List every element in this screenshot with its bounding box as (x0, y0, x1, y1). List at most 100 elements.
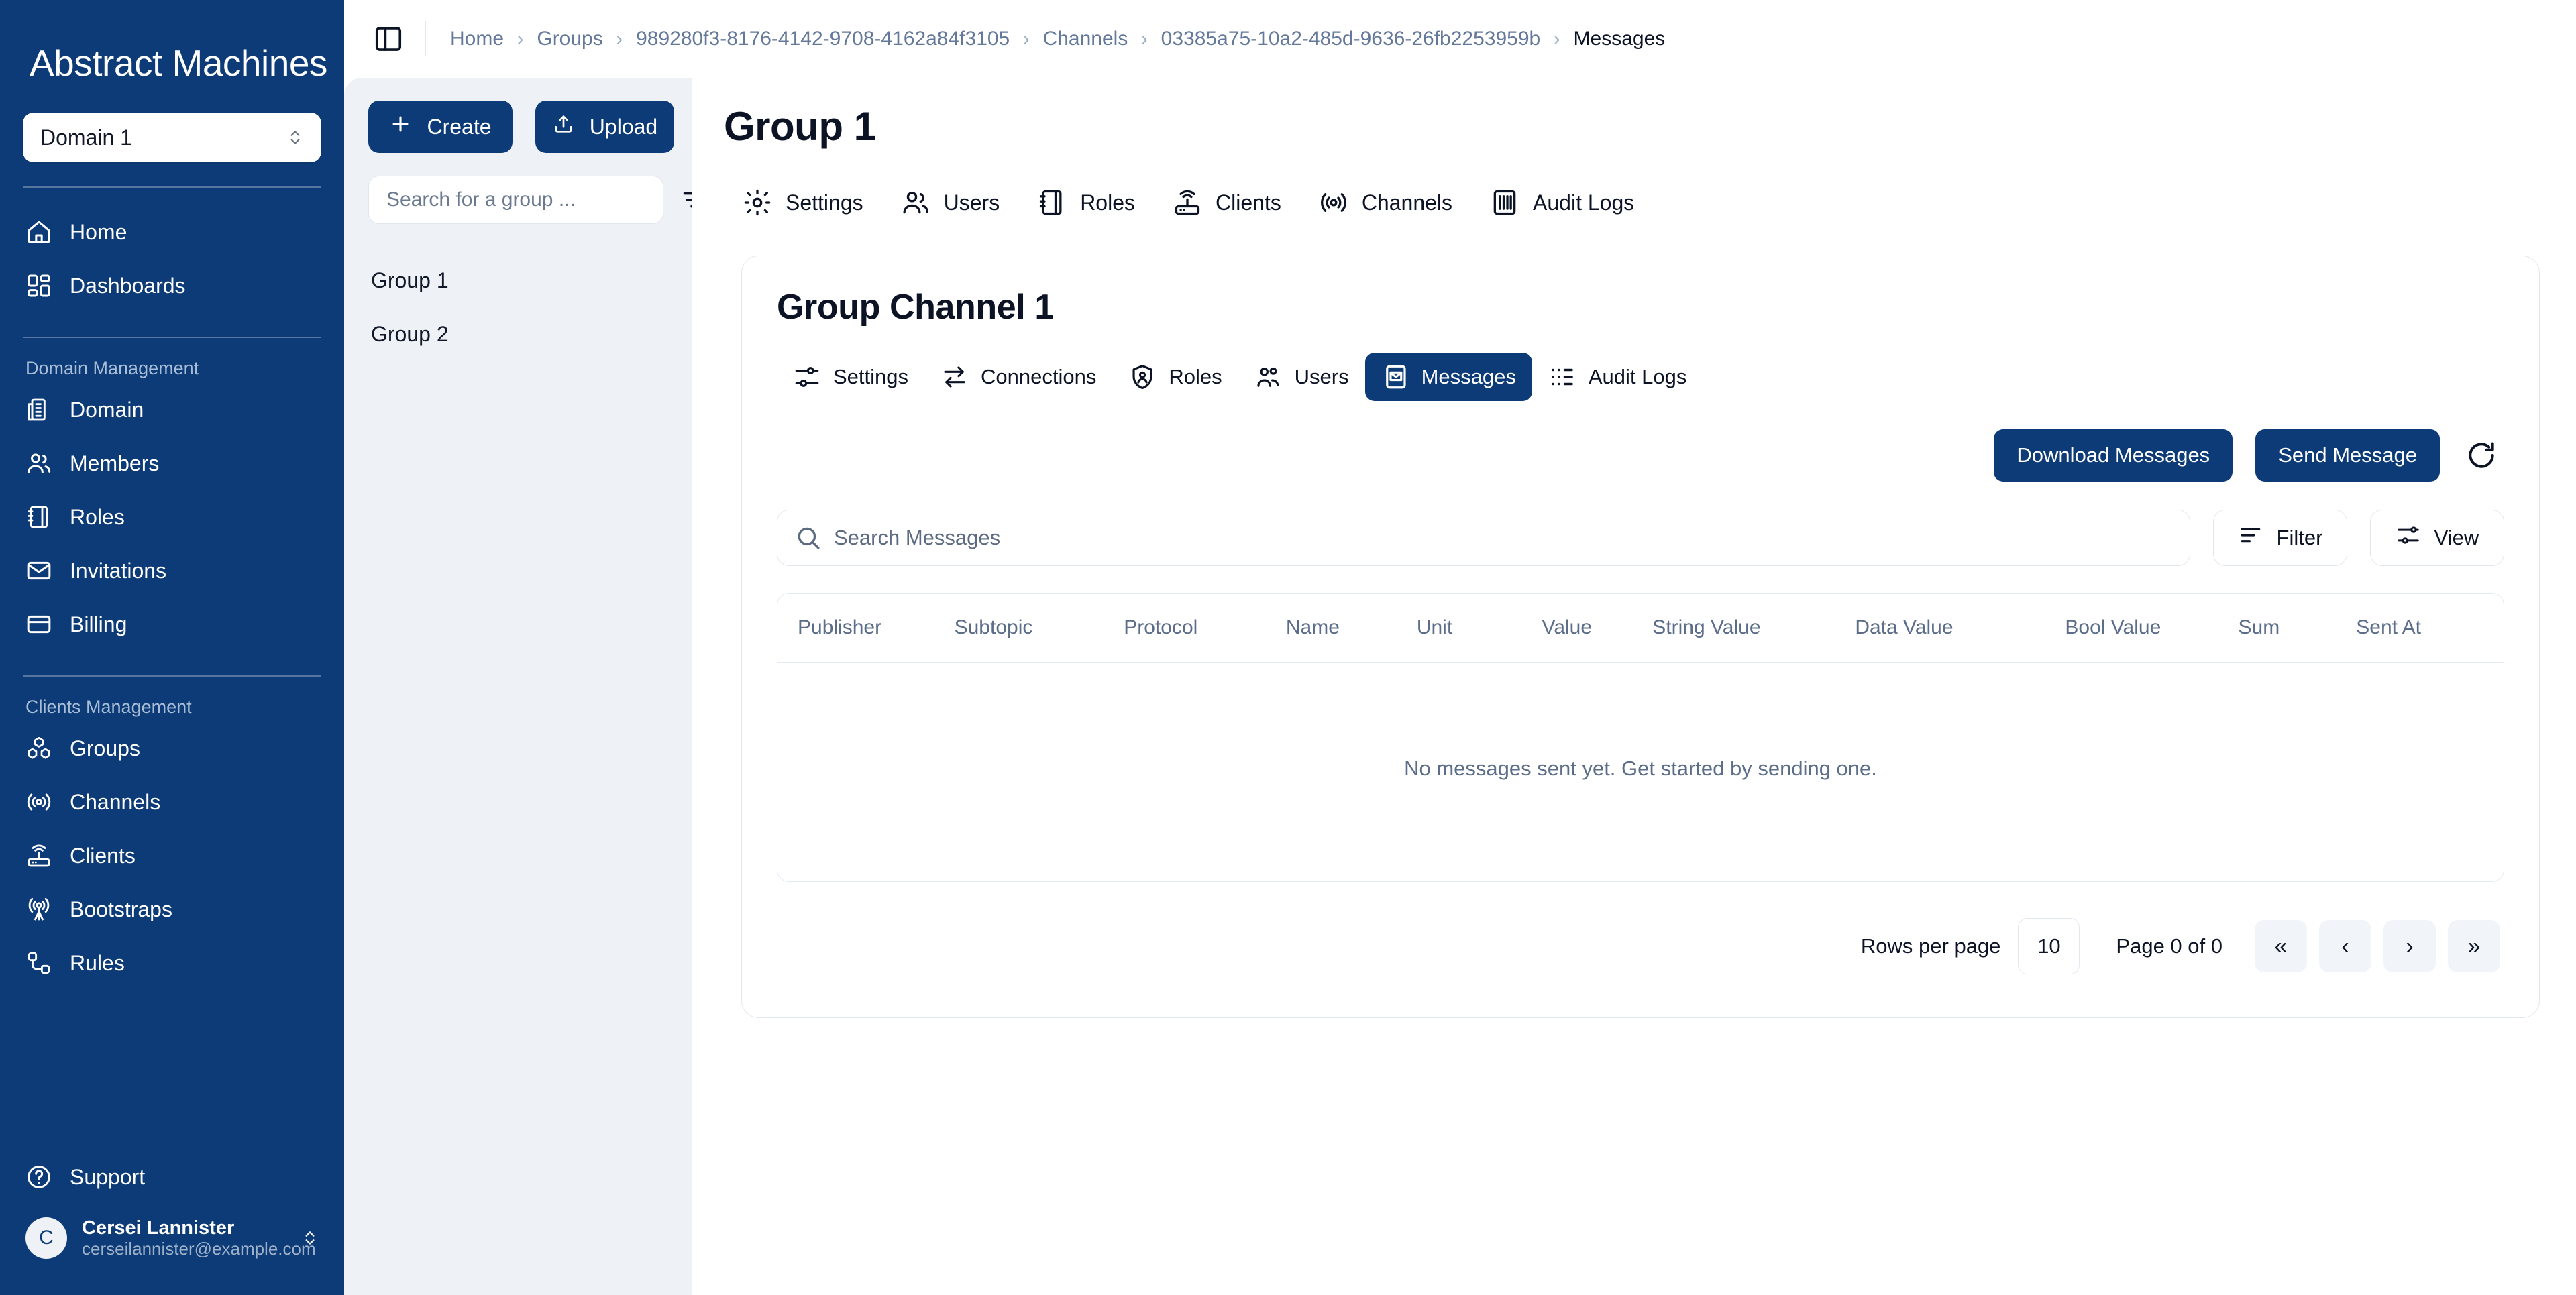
breadcrumb: Home › Groups › 989280f3-8176-4142-9708-… (450, 27, 1665, 50)
breadcrumb-item-home[interactable]: Home (450, 27, 504, 50)
column-header-subtopic[interactable]: Subtopic (954, 594, 1124, 663)
tab-group-settings[interactable]: Settings (724, 178, 882, 227)
topbar-divider (425, 21, 426, 56)
tab-label: Users (1294, 365, 1349, 388)
tab-channel-settings[interactable]: Settings (777, 353, 924, 401)
download-messages-button[interactable]: Download Messages (1994, 429, 2233, 482)
upload-button[interactable]: Upload (535, 101, 674, 153)
filter-button[interactable]: Filter (2213, 510, 2347, 566)
last-page-button[interactable]: » (2448, 920, 2500, 972)
main-content: Group 1 Settings Users Roles Clients Cha… (692, 78, 2576, 1295)
tab-channel-connections[interactable]: Connections (924, 353, 1112, 401)
panel-left-icon[interactable] (371, 21, 406, 56)
next-page-button[interactable]: › (2383, 920, 2436, 972)
column-header-name[interactable]: Name (1285, 594, 1417, 663)
tab-channel-users[interactable]: Users (1238, 353, 1365, 401)
chevron-up-down-icon (286, 124, 304, 151)
breadcrumb-separator: › (616, 28, 623, 49)
tab-channel-messages[interactable]: Messages (1364, 353, 1532, 401)
column-header-value[interactable]: Value (1542, 594, 1653, 663)
view-button[interactable]: View (2370, 510, 2504, 566)
upload-button-label: Upload (589, 114, 658, 139)
user-profile-menu[interactable]: C Cersei Lannister cerseilannister@examp… (23, 1210, 324, 1265)
message-mail-icon (1381, 363, 1409, 391)
group-tabs: Settings Users Roles Clients Channels Au… (724, 178, 2576, 227)
tab-group-users[interactable]: Users (882, 178, 1019, 227)
channel-title: Group Channel 1 (777, 288, 1054, 327)
refresh-icon[interactable] (2463, 437, 2500, 474)
sidebar-item-roles[interactable]: Roles (23, 490, 321, 544)
tab-label: Clients (1216, 190, 1281, 215)
send-message-button[interactable]: Send Message (2255, 429, 2440, 482)
sidebar-item-domain[interactable]: Domain (23, 383, 321, 437)
breadcrumb-separator: › (517, 28, 524, 49)
sidebar-item-groups[interactable]: Groups (23, 722, 321, 775)
page-indicator: Page 0 of 0 (2116, 934, 2222, 958)
list-item[interactable]: Group 1 (368, 254, 667, 307)
tab-group-audit-logs[interactable]: Audit Logs (1471, 178, 1653, 227)
broadcast-icon (25, 789, 52, 815)
breadcrumb-item-channel-id[interactable]: 03385a75-10a2-485d-9636-26fb2253959b (1161, 27, 1541, 50)
router-icon (25, 842, 52, 869)
create-button[interactable]: Create (368, 101, 513, 153)
arrows-exchange-icon (941, 363, 969, 391)
column-header-publisher[interactable]: Publisher (777, 594, 955, 663)
sidebar-item-rules[interactable]: Rules (23, 936, 321, 990)
sidebar-item-support[interactable]: Support (23, 1150, 321, 1204)
tab-channel-roles[interactable]: Roles (1112, 353, 1238, 401)
brand-logo: Abstract Machines (0, 0, 344, 94)
column-header-sent-at[interactable]: Sent At (2356, 594, 2504, 663)
sidebar-item-invitations[interactable]: Invitations (23, 544, 321, 598)
sidebar-item-channels[interactable]: Channels (23, 775, 321, 829)
chevron-up-down-icon (301, 1225, 319, 1251)
sidebar-item-label: Support (70, 1164, 146, 1189)
group-item-label: Group 2 (371, 321, 449, 346)
tab-group-channels[interactable]: Channels (1300, 178, 1471, 227)
gear-icon (743, 188, 772, 217)
tab-channel-audit-logs[interactable]: Audit Logs (1532, 353, 1703, 401)
groups-list: Group 1 Group 2 (368, 254, 667, 361)
first-page-button[interactable]: « (2255, 920, 2307, 972)
filter-button-label: Filter (2276, 526, 2323, 549)
domain-selector[interactable]: Domain 1 (23, 113, 321, 162)
users-icon (25, 450, 52, 477)
notebook-icon (25, 504, 52, 530)
table-header-row: Publisher Subtopic Protocol Name Unit Va… (777, 594, 2504, 663)
sidebar-item-billing[interactable]: Billing (23, 598, 321, 651)
column-header-unit[interactable]: Unit (1416, 594, 1542, 663)
sidebar-item-label: Groups (70, 736, 140, 761)
sidebar-item-home[interactable]: Home (23, 205, 321, 259)
sidebar-item-bootstraps[interactable]: Bootstraps (23, 883, 321, 936)
rows-per-page-select[interactable]: 10 (2018, 918, 2080, 974)
breadcrumb-item-group-id[interactable]: 989280f3-8176-4142-9708-4162a84f3105 (636, 27, 1010, 50)
router-icon (1173, 188, 1202, 217)
sidebar: Abstract Machines Domain 1 Home Dashboar… (0, 0, 344, 1295)
group-search-input[interactable] (368, 176, 663, 224)
sidebar-item-clients[interactable]: Clients (23, 829, 321, 883)
sidebar-section-caption: Domain Management (25, 358, 199, 378)
tab-group-roles[interactable]: Roles (1018, 178, 1154, 227)
group-item-label: Group 1 (371, 268, 449, 292)
column-header-string-value[interactable]: String Value (1652, 594, 1856, 663)
sidebar-item-dashboards[interactable]: Dashboards (23, 259, 321, 313)
sidebar-primary-nav: Home Dashboards (0, 188, 344, 313)
column-header-protocol[interactable]: Protocol (1124, 594, 1286, 663)
previous-page-button[interactable]: ‹ (2319, 920, 2371, 972)
shield-user-icon (1128, 363, 1157, 391)
sidebar-item-members[interactable]: Members (23, 437, 321, 490)
list-item[interactable]: Group 2 (368, 307, 667, 361)
sidebar-section-clients-management: Clients Management Groups Channels Clien… (0, 677, 344, 990)
sidebar-item-label: Home (70, 219, 127, 244)
column-header-bool-value[interactable]: Bool Value (2065, 594, 2239, 663)
building-icon (25, 396, 52, 423)
breadcrumb-item-channels[interactable]: Channels (1043, 27, 1128, 50)
notebook-icon (1037, 188, 1067, 217)
envelope-icon (25, 557, 52, 584)
column-header-sum[interactable]: Sum (2238, 594, 2357, 663)
list-dots-icon (1548, 363, 1576, 391)
breadcrumb-item-groups[interactable]: Groups (537, 27, 602, 50)
search-input[interactable] (777, 510, 2190, 566)
column-header-data-value[interactable]: Data Value (1855, 594, 2065, 663)
tab-group-clients[interactable]: Clients (1154, 178, 1300, 227)
plus-icon (389, 113, 412, 141)
